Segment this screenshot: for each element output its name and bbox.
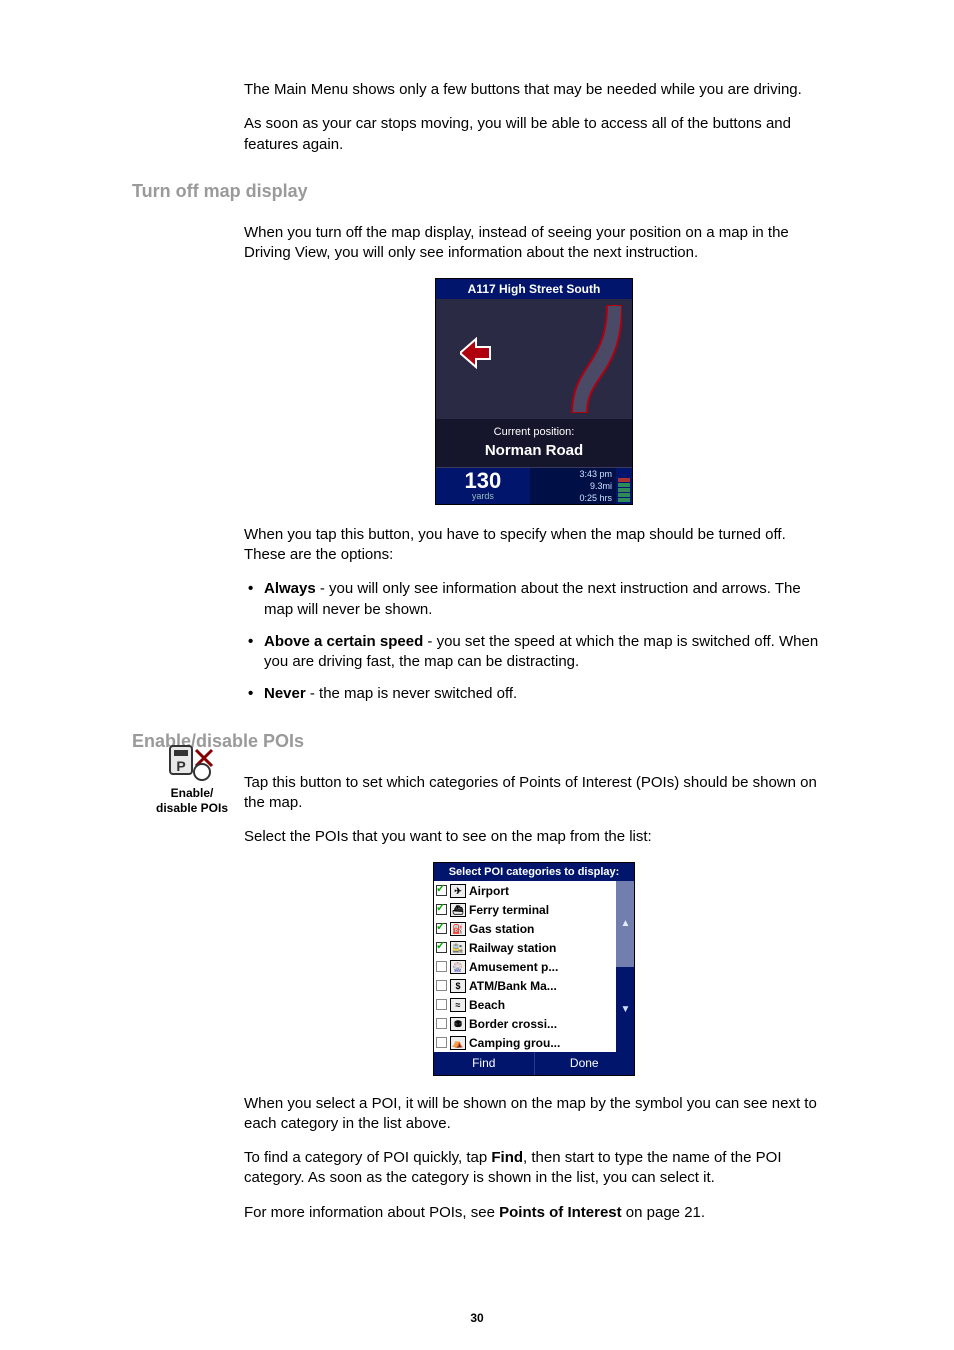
page-number: 30: [0, 1310, 954, 1326]
intro-p1: The Main Menu shows only a few buttons t…: [244, 80, 824, 100]
poi-list-scrollbar[interactable]: ▲ ▼: [616, 881, 634, 1052]
poi-item[interactable]: 🚉Railway station: [434, 938, 616, 957]
poi-category-icon: ✈: [450, 884, 466, 898]
poi-item[interactable]: 🎡Amusement p...: [434, 957, 616, 976]
enable-disable-pois-button[interactable]: P Enable/ disable POIs: [148, 742, 236, 816]
poi-category-icon: $: [450, 979, 466, 993]
poi-list-screenshot: Select POI categories to display: ✈Airpo…: [433, 862, 635, 1076]
turn-off-block: When you turn off the map display, inste…: [244, 223, 824, 705]
option-above-speed: Above a certain speed - you set the spee…: [244, 632, 824, 673]
poi-category-icon: ⛺: [450, 1036, 466, 1050]
road-curve-icon: [552, 305, 622, 413]
poi-item[interactable]: ⛽Gas station: [434, 919, 616, 938]
poi-item-label: Airport: [469, 883, 509, 899]
poi-item-label: Ferry terminal: [469, 902, 549, 918]
poi-item-label: Beach: [469, 997, 505, 1013]
intro-block: The Main Menu shows only a few buttons t…: [244, 80, 824, 155]
poi-item-label: Gas station: [469, 921, 534, 937]
dv-current-position-label: Current position:: [436, 419, 632, 440]
dv-remaining-dist: 9.3mi: [534, 480, 612, 492]
option-never-label: Never: [264, 685, 306, 702]
poi-checkbox[interactable]: [436, 999, 447, 1010]
page: The Main Menu shows only a few buttons t…: [0, 0, 954, 1350]
pois-p5c: on page 21.: [622, 1204, 705, 1221]
poi-category-icon: ⛃: [450, 1017, 466, 1031]
dv-road-name: Norman Road: [436, 440, 632, 467]
scroll-down-icon[interactable]: ▼: [616, 967, 634, 1053]
poi-checkbox[interactable]: [436, 904, 447, 915]
pois-p5a: For more information about POIs, see: [244, 1204, 499, 1221]
option-never: Never - the map is never switched off.: [244, 684, 824, 704]
poi-category-icon: ≈: [450, 998, 466, 1012]
enable-disable-pois-caption: Enable/ disable POIs: [148, 786, 236, 816]
driving-view-screenshot: A117 High Street South Current position:…: [435, 278, 633, 505]
poi-category-icon: 🎡: [450, 960, 466, 974]
poi-checkbox[interactable]: [436, 1018, 447, 1029]
poi-item[interactable]: ✈Airport: [434, 881, 616, 900]
dv-distance: 130 yards: [436, 468, 530, 504]
pois-p4: To find a category of POI quickly, tap F…: [244, 1148, 824, 1189]
poi-item-label: Amusement p...: [469, 959, 558, 975]
poi-item[interactable]: $ATM/Bank Ma...: [434, 976, 616, 995]
poi-item[interactable]: ⛴Ferry terminal: [434, 900, 616, 919]
poi-item-label: ATM/Bank Ma...: [469, 978, 557, 994]
poi-item[interactable]: ⛺Camping grou...: [434, 1033, 616, 1052]
poi-list-items: ✈Airport⛴Ferry terminal⛽Gas station🚉Rail…: [434, 881, 616, 1052]
option-always-text: - you will only see information about th…: [264, 580, 801, 617]
pois-p4a: To find a category of POI quickly, tap: [244, 1149, 491, 1166]
enable-disable-pois-icon: P: [168, 742, 216, 782]
option-always-label: Always: [264, 580, 316, 597]
poi-category-icon: ⛴: [450, 903, 466, 917]
dv-distance-unit: yards: [472, 492, 494, 501]
left-turn-arrow-icon: [460, 333, 500, 373]
poi-item-label: Railway station: [469, 940, 556, 956]
poi-checkbox[interactable]: [436, 923, 447, 934]
dv-distance-value: 130: [465, 470, 502, 492]
poi-item-label: Camping grou...: [469, 1035, 560, 1051]
turn-off-options: Always - you will only see information a…: [244, 579, 824, 704]
pois-p2: Select the POIs that you want to see on …: [244, 827, 824, 847]
poi-item[interactable]: ≈Beach: [434, 995, 616, 1014]
poi-list-title: Select POI categories to display:: [434, 863, 634, 882]
done-button[interactable]: Done: [534, 1052, 635, 1074]
poi-item[interactable]: ⛃Border crossi...: [434, 1014, 616, 1033]
dv-lane-graphic: [436, 299, 632, 419]
intro-p2: As soon as your car stops moving, you wi…: [244, 114, 824, 155]
pois-p5-link: Points of Interest: [499, 1204, 622, 1221]
dv-time: 3:43 pm: [534, 468, 612, 480]
pois-p5: For more information about POIs, see Poi…: [244, 1203, 824, 1223]
pois-p1: Tap this button to set which categories …: [244, 773, 824, 814]
poi-list-footer: Find Done: [434, 1052, 634, 1074]
pois-p3: When you select a POI, it will be shown …: [244, 1094, 824, 1135]
poi-checkbox[interactable]: [436, 980, 447, 991]
poi-category-icon: 🚉: [450, 941, 466, 955]
pois-block: Tap this button to set which categories …: [244, 773, 824, 1223]
option-never-text: - the map is never switched off.: [306, 685, 518, 702]
dv-status-bar: 130 yards 3:43 pm 9.3mi 0:25 hrs: [436, 467, 632, 504]
svg-text:P: P: [176, 758, 185, 774]
poi-checkbox[interactable]: [436, 885, 447, 896]
pois-p4-find: Find: [491, 1149, 523, 1166]
dv-trip-meta: 3:43 pm 9.3mi 0:25 hrs: [530, 468, 616, 504]
option-always: Always - you will only see information a…: [244, 579, 824, 620]
find-button[interactable]: Find: [434, 1052, 534, 1074]
poi-item-label: Border crossi...: [469, 1016, 557, 1032]
poi-checkbox[interactable]: [436, 942, 447, 953]
poi-checkbox[interactable]: [436, 1037, 447, 1048]
turn-off-p1: When you turn off the map display, inste…: [244, 223, 824, 264]
poi-checkbox[interactable]: [436, 961, 447, 972]
poi-category-icon: ⛽: [450, 922, 466, 936]
turn-off-p2: When you tap this button, you have to sp…: [244, 525, 824, 566]
scroll-up-icon[interactable]: ▲: [616, 881, 634, 967]
dv-street: A117 High Street South: [436, 279, 632, 299]
option-above-speed-label: Above a certain speed: [264, 633, 423, 650]
heading-turn-off-map: Turn off map display: [132, 179, 824, 203]
dv-signal-bars-icon: [616, 468, 632, 504]
dv-remaining-time: 0:25 hrs: [534, 492, 612, 504]
